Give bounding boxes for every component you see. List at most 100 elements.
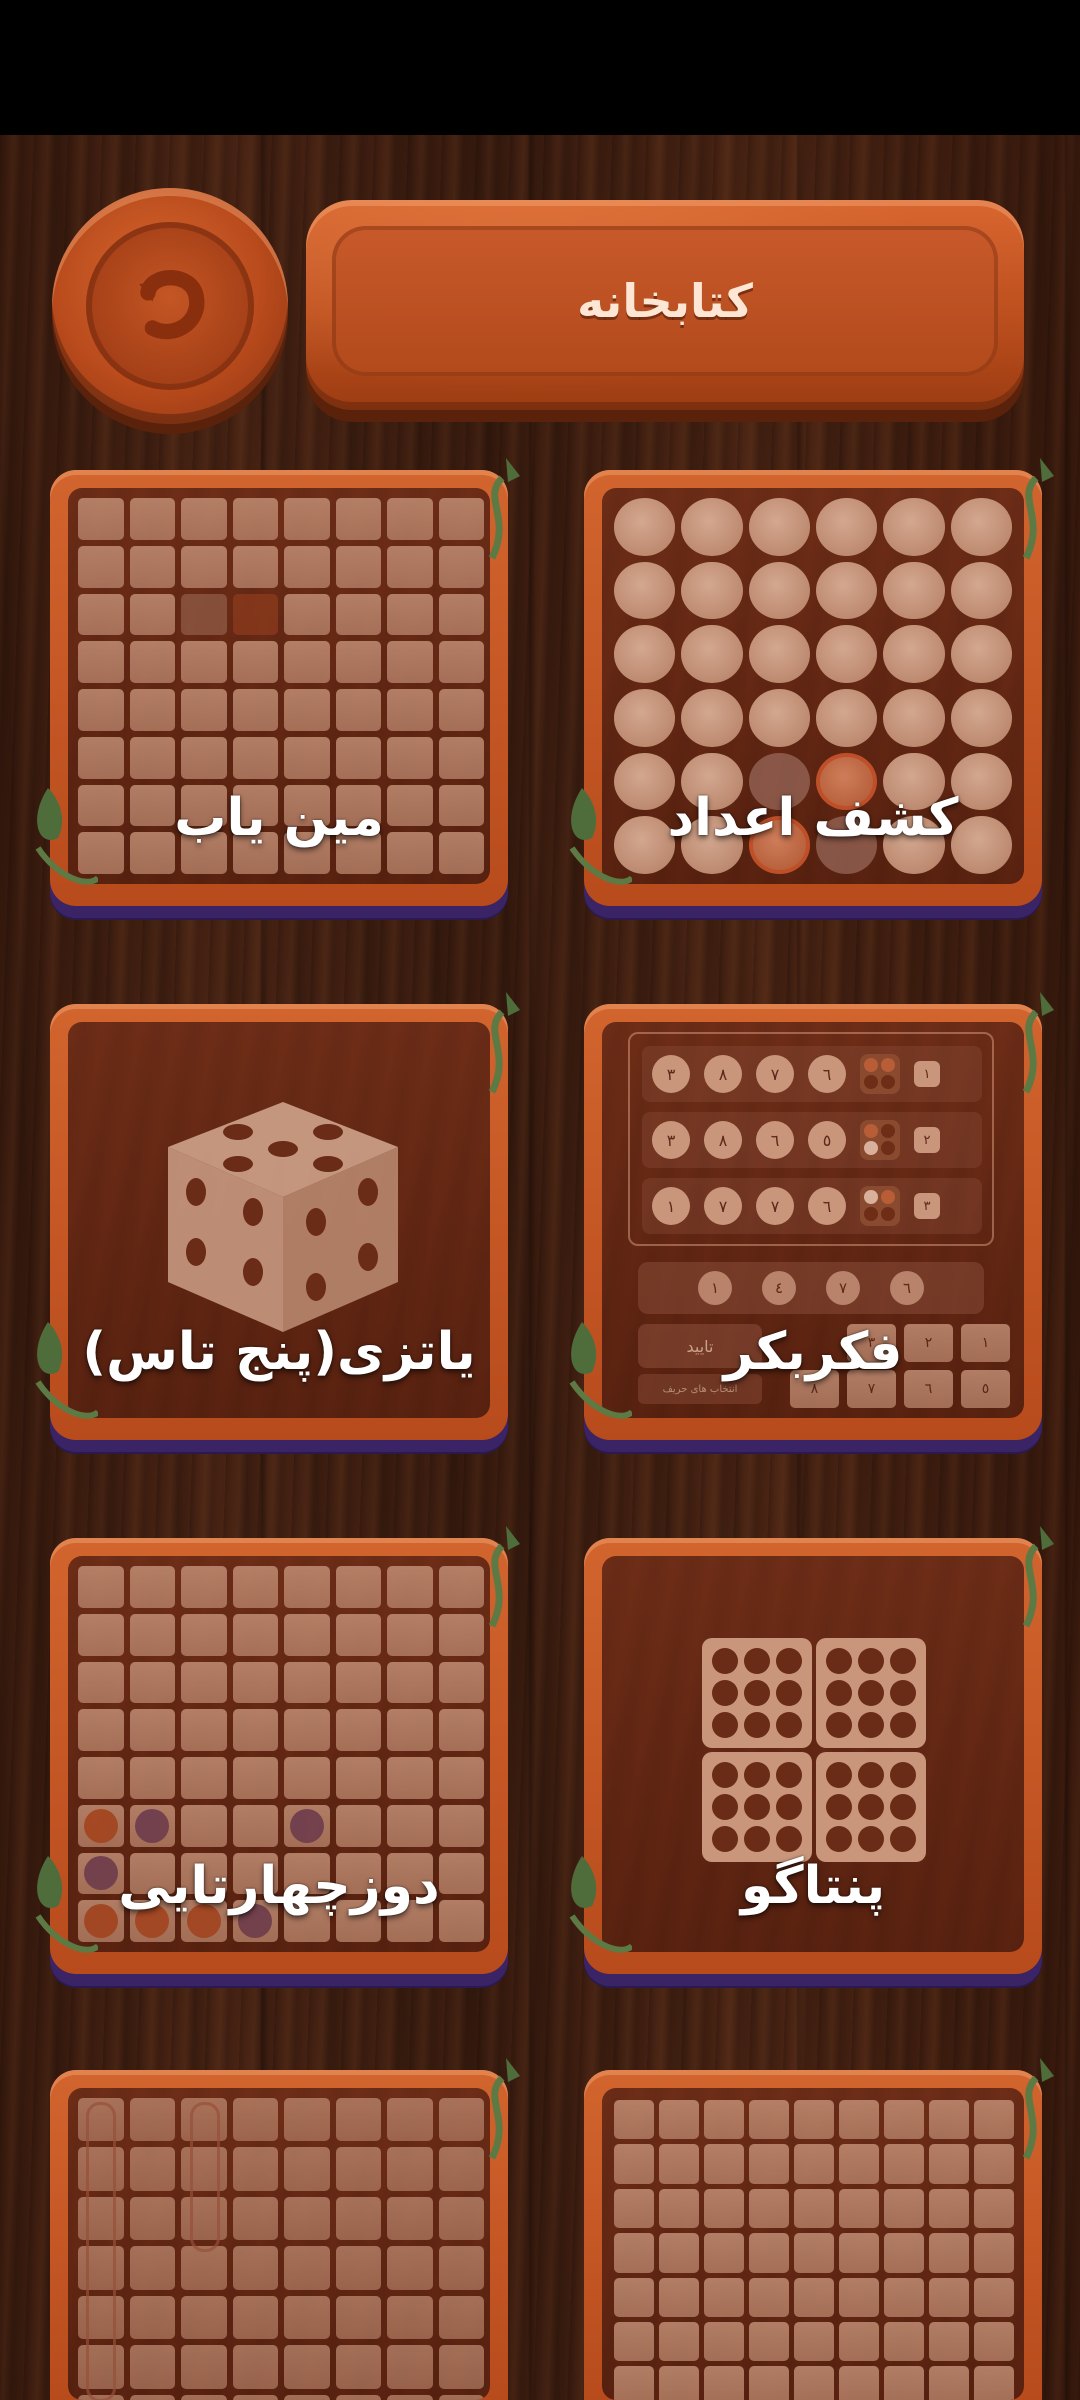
pentago-hole bbox=[890, 1648, 916, 1674]
game-card-connect-four[interactable]: دوزچهارتایی bbox=[35, 1526, 520, 1974]
grid-tile bbox=[232, 1613, 278, 1656]
grid-tile bbox=[284, 2394, 330, 2400]
grid-tile bbox=[181, 1709, 227, 1751]
grid-tile bbox=[614, 2233, 654, 2273]
game-card-minesweeper[interactable]: مین یاب bbox=[35, 458, 520, 906]
grid-tile bbox=[232, 641, 278, 683]
pentago-quadrant bbox=[816, 1638, 926, 1748]
grid-tile bbox=[129, 545, 175, 588]
feedback-peg bbox=[864, 1124, 878, 1138]
grid-tile bbox=[78, 545, 124, 588]
grid-tile bbox=[387, 1613, 433, 1656]
game-card-fekrbekar[interactable]: ٣ ٨ ٧ ٦ ١ ٣ ٨ ٦ ٥ ٢ ١ ٧ ٧ ٦ ٣ ١ ٤ ٧ ٦ تا… bbox=[569, 992, 1054, 1440]
red-chip bbox=[83, 1808, 118, 1843]
number-disc bbox=[681, 498, 743, 556]
number-disc bbox=[950, 561, 1012, 620]
number-disc bbox=[815, 689, 878, 747]
pentago-hole bbox=[776, 1712, 802, 1738]
feedback-peg bbox=[881, 1190, 895, 1204]
snake-path bbox=[86, 2102, 116, 2400]
number-disc bbox=[614, 689, 676, 747]
grid-tile bbox=[794, 2233, 834, 2273]
number-disc bbox=[748, 498, 810, 556]
digit-disc: ٧ bbox=[756, 1055, 794, 1093]
game-card-number-discovery[interactable]: کشف اعداد bbox=[569, 458, 1054, 906]
grid-tile bbox=[129, 641, 175, 683]
grid-tile bbox=[232, 736, 278, 779]
pentago-hole bbox=[712, 1826, 738, 1852]
grid-tile bbox=[284, 2196, 330, 2241]
grid-tile bbox=[181, 1566, 227, 1608]
title-plank-inner: کتابخانه bbox=[332, 226, 998, 376]
feedback-peg bbox=[881, 1207, 895, 1221]
grid-tile bbox=[704, 2366, 744, 2400]
grid-tile bbox=[78, 1709, 124, 1751]
row-index: ١ bbox=[914, 1061, 940, 1087]
vine-decoration-icon bbox=[488, 2058, 520, 2160]
digit-disc: ١ bbox=[652, 1187, 690, 1225]
back-button-ring bbox=[86, 222, 254, 390]
grid-tile bbox=[232, 2246, 278, 2290]
vine-decoration-icon bbox=[488, 992, 520, 1094]
pentago-hole bbox=[826, 1680, 852, 1706]
grid-tile bbox=[284, 545, 330, 588]
grid-tile bbox=[335, 641, 381, 683]
grid-tile bbox=[659, 2321, 699, 2362]
pentago-hole bbox=[826, 1794, 852, 1820]
game-card-pentago[interactable]: پنتاگو bbox=[569, 1526, 1054, 1974]
digit-disc: ٨ bbox=[704, 1121, 742, 1159]
grid-tile bbox=[129, 1613, 175, 1656]
grid-tile bbox=[438, 1661, 484, 1704]
grid-tile bbox=[129, 689, 175, 731]
grid-tile bbox=[284, 1661, 330, 1704]
pentago-hole bbox=[744, 1648, 770, 1674]
game-card-yahtzee[interactable]: یاتزی(پنج تاس) bbox=[35, 992, 520, 1440]
grid-tile bbox=[232, 1709, 278, 1751]
grid-tile bbox=[335, 1709, 381, 1751]
grid-tile bbox=[335, 2345, 381, 2389]
grid-tile bbox=[749, 2188, 789, 2229]
number-disc bbox=[748, 625, 810, 683]
grid-tile bbox=[387, 736, 433, 779]
grid-tile bbox=[284, 2246, 330, 2290]
game-card-snake-puzzle[interactable] bbox=[50, 2058, 520, 2400]
grid-tile bbox=[78, 593, 124, 636]
grid-tile bbox=[704, 2188, 744, 2229]
card-face bbox=[68, 2088, 490, 2400]
pentago-hole bbox=[776, 1794, 802, 1820]
number-disc bbox=[681, 561, 743, 620]
grid-tile bbox=[181, 2394, 227, 2400]
digit-disc: ٥ bbox=[808, 1121, 846, 1159]
grid-tile bbox=[839, 2100, 879, 2140]
grid-tile bbox=[335, 2295, 381, 2340]
grid-tile bbox=[704, 2321, 744, 2362]
feedback-peg bbox=[864, 1058, 878, 1072]
grid-tile bbox=[284, 1709, 330, 1751]
grid-tile bbox=[438, 1757, 484, 1799]
grid-tile bbox=[129, 1804, 175, 1847]
grid-tile bbox=[929, 2233, 969, 2273]
grid-tile bbox=[614, 2188, 654, 2229]
feedback-peg bbox=[881, 1058, 895, 1072]
grid-tile bbox=[614, 2144, 654, 2184]
pentago-hole bbox=[712, 1794, 738, 1820]
grid-tile bbox=[232, 545, 278, 588]
card-label: یاتزی(پنج تاس) bbox=[82, 1322, 476, 1382]
grid-tile bbox=[438, 1709, 484, 1751]
grid-tile bbox=[335, 2098, 381, 2142]
grid-tile bbox=[839, 2144, 879, 2184]
grid-tile bbox=[335, 1804, 381, 1847]
mine-tile bbox=[232, 593, 278, 636]
number-disc bbox=[883, 498, 945, 556]
game-card-sudoku[interactable] bbox=[584, 2058, 1054, 2400]
back-button[interactable] bbox=[52, 188, 288, 424]
pentago-hole bbox=[890, 1826, 916, 1852]
current-guess-bar[interactable]: ١ ٤ ٧ ٦ bbox=[638, 1262, 984, 1314]
title-plank: کتابخانه bbox=[306, 200, 1024, 410]
grid-tile bbox=[387, 2246, 433, 2290]
grid-tile bbox=[974, 2277, 1014, 2317]
dice-icon bbox=[168, 1102, 398, 1332]
grid-tile bbox=[232, 2345, 278, 2389]
grid-tile bbox=[232, 689, 278, 731]
grid-tile bbox=[794, 2277, 834, 2317]
